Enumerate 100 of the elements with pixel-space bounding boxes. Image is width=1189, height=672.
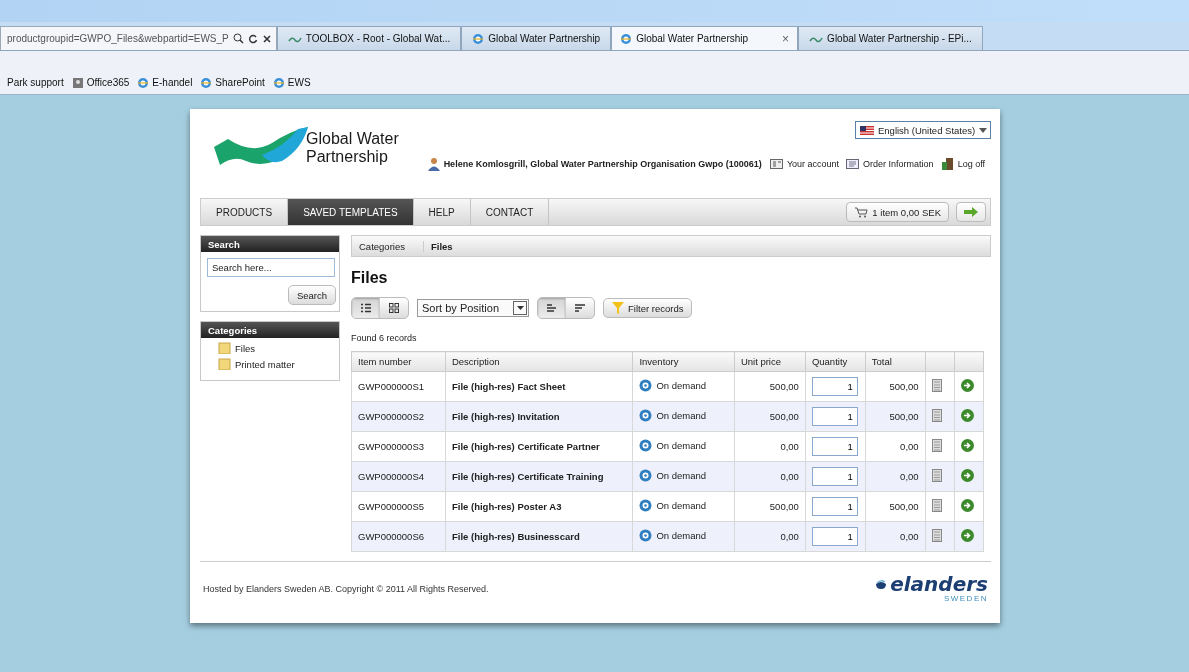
favorite-link[interactable]: EWS: [287, 77, 311, 88]
folder-icon: [218, 358, 231, 370]
gear-icon: [639, 469, 653, 482]
nav-tab[interactable]: SAVED TEMPLATES: [288, 199, 414, 225]
breadcrumb-link[interactable]: Categories: [352, 240, 424, 252]
cart-icon: [854, 206, 869, 218]
table-cell: GWP000000S5: [351, 491, 446, 522]
calculator-icon[interactable]: [931, 469, 942, 482]
browser-icon: [200, 76, 213, 89]
caret-icon: [516, 306, 524, 310]
copyright-text: Hosted by Elanders Sweden AB. Copyright © 2011 All Rights Reserved.: [203, 583, 489, 594]
table-cell: 0,00: [734, 521, 806, 552]
arrow-circle-icon[interactable]: [961, 409, 975, 422]
favorite-link[interactable]: E-handel: [152, 77, 193, 88]
favorite-link[interactable]: Office365: [86, 77, 130, 88]
quantity-field[interactable]: 1: [811, 437, 858, 456]
table-cell: File (high-res) Certificate Training: [445, 461, 633, 492]
nav-tab[interactable]: CONTACT: [470, 199, 550, 225]
inventory-status: On demand: [656, 500, 707, 511]
arrow-circle-icon[interactable]: [961, 499, 975, 512]
door-icon: [940, 157, 954, 171]
browser-icon: [272, 76, 285, 89]
panel-title: Search: [201, 236, 339, 252]
header-link[interactable]: Your account: [786, 159, 840, 169]
checkout-button[interactable]: [956, 202, 986, 222]
arrow-circle-icon[interactable]: [961, 469, 975, 482]
drop-logo-icon: [875, 578, 888, 590]
flag-icon: [860, 125, 874, 135]
calculator-icon[interactable]: [931, 439, 942, 452]
table-cell: GWP000000S1: [351, 371, 446, 402]
favorite-link[interactable]: Park support: [7, 77, 64, 88]
browser-tab[interactable]: Global Water Partnership: [461, 26, 612, 50]
user-icon: [427, 157, 440, 171]
calculator-icon[interactable]: [931, 499, 942, 512]
table-cell: 500,00: [865, 371, 926, 402]
quantity-field[interactable]: 1: [811, 377, 858, 396]
browser-icon: [620, 32, 633, 45]
gear-icon: [639, 499, 653, 512]
table-cell: 0,00: [734, 461, 806, 492]
close-button[interactable]: ×: [782, 31, 790, 46]
browser-tab[interactable]: Global Water Partnership - EPi...: [798, 26, 983, 50]
view-button[interactable]: [352, 298, 380, 318]
nav-tab[interactable]: HELP: [413, 199, 471, 225]
table-cell: File (high-res) Poster A3: [445, 491, 633, 522]
table-cell: GWP000000S6: [351, 521, 446, 552]
align-icon: [545, 302, 558, 314]
quantity-field[interactable]: 1: [811, 407, 858, 426]
inventory-status: On demand: [656, 410, 707, 421]
table-cell: 500,00: [865, 401, 926, 432]
gear-icon: [639, 409, 653, 422]
sort-order-button[interactable]: [538, 298, 566, 318]
sort-select[interactable]: Sort by Position: [417, 299, 529, 317]
table-cell: GWP000000S2: [351, 401, 446, 432]
table-cell: GWP000000S3: [351, 431, 446, 462]
table-cell: GWP000000S4: [351, 461, 446, 492]
search-button[interactable]: Search: [287, 285, 336, 305]
quantity-field[interactable]: 1: [811, 527, 858, 546]
header-link[interactable]: Order Information: [863, 159, 934, 169]
search-icon: [232, 33, 244, 44]
category-link[interactable]: Files: [235, 342, 256, 354]
calculator-icon[interactable]: [931, 379, 942, 392]
arrow-circle-icon[interactable]: [961, 529, 975, 542]
calculator-icon[interactable]: [931, 409, 942, 422]
caret-icon: [979, 127, 988, 133]
table-cell: File (high-res) Fact Sheet: [445, 371, 633, 402]
arrow-icon: [964, 207, 978, 217]
portrait-icon: [71, 76, 84, 89]
language-select[interactable]: English (United States): [855, 121, 991, 139]
list-icon: [359, 302, 372, 314]
filter-button[interactable]: Filter records: [603, 298, 693, 318]
refresh-icon[interactable]: [247, 33, 258, 44]
calculator-icon[interactable]: [931, 529, 942, 542]
header-link[interactable]: Log off: [957, 159, 985, 169]
table-cell: 0,00: [734, 431, 806, 462]
arrow-circle-icon[interactable]: [961, 379, 975, 392]
brand-name: elanders: [890, 574, 988, 594]
brand-subtitle: SWEDEN: [943, 594, 988, 603]
table-cell: 0,00: [865, 461, 926, 492]
close-icon[interactable]: [261, 33, 272, 44]
inventory-status: On demand: [656, 380, 707, 391]
breadcrumb-link[interactable]: Files: [423, 240, 461, 252]
browser-tab[interactable]: Global Water Partnership ×: [611, 26, 799, 50]
page-title: Files: [351, 269, 389, 287]
user-name: Helene Komlosgrill, Global Water Partnership Organisation Gwpo (100061): [443, 159, 762, 169]
favorite-link[interactable]: SharePoint: [215, 77, 265, 88]
browser-tab[interactable]: TOOLBOX - Root - Global Wat...: [276, 26, 462, 50]
column-header: Total: [865, 351, 926, 372]
arrow-circle-icon[interactable]: [961, 439, 975, 452]
column-header: Unit price: [734, 351, 806, 372]
quantity-field[interactable]: 1: [811, 497, 858, 516]
gear-icon: [639, 529, 653, 542]
address-bar[interactable]: productgroupid=GWPO_Files&webpartid=EWS_P: [0, 26, 277, 50]
browser-icon: [472, 32, 485, 45]
cart-button[interactable]: 1 item 0,00 SEK: [846, 202, 949, 222]
document-icon: [846, 158, 860, 170]
category-link[interactable]: Printed matter: [235, 358, 295, 370]
quantity-field[interactable]: 1: [811, 467, 858, 486]
folder-icon: [218, 342, 231, 354]
search-field[interactable]: Search here...: [207, 258, 335, 277]
column-header: Description: [445, 351, 633, 372]
